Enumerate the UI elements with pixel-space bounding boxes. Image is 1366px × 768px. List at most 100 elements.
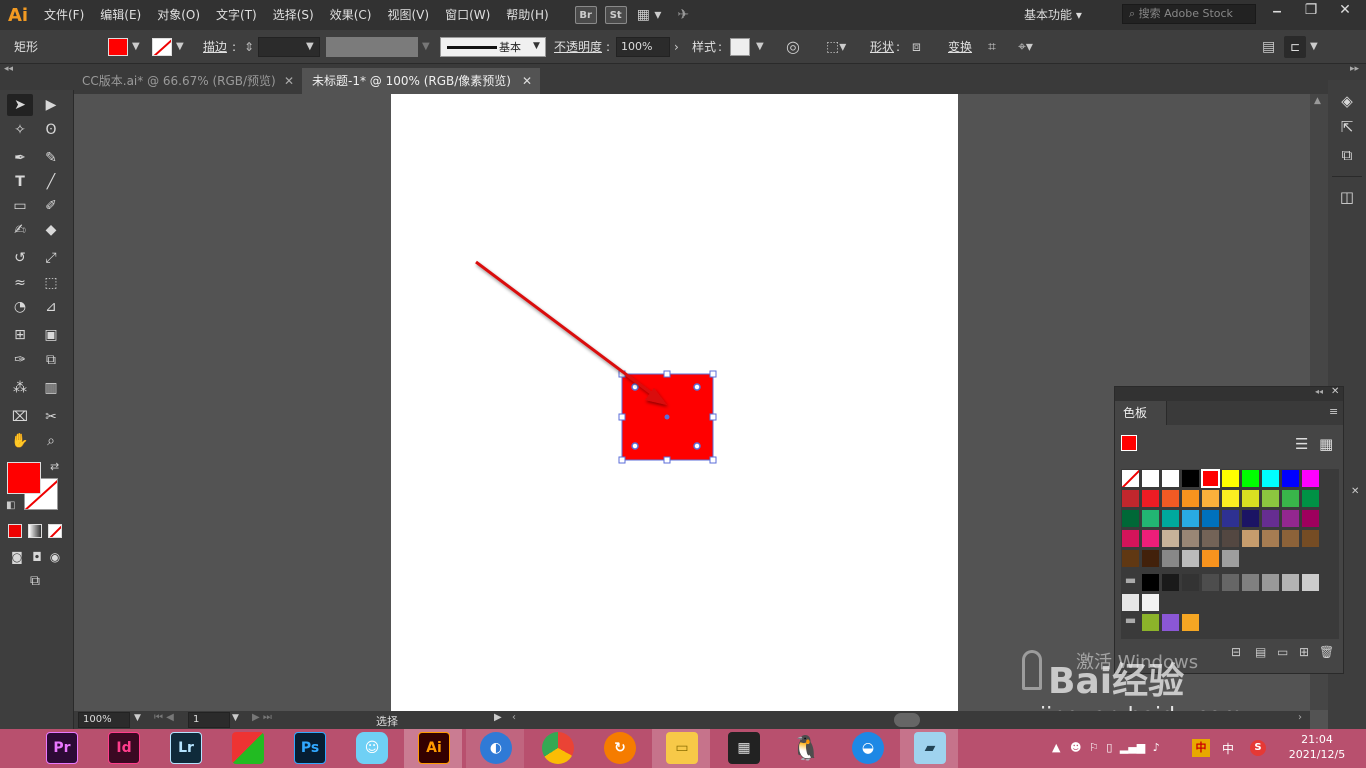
swatch[interactable] [1141, 489, 1160, 508]
swatch[interactable] [1121, 529, 1140, 548]
swatch[interactable] [1161, 469, 1180, 488]
swatch[interactable] [1241, 529, 1260, 548]
swatch[interactable] [1161, 529, 1180, 548]
menu-type[interactable]: 文字(T) [208, 0, 265, 30]
menu-object[interactable]: 对象(O) [149, 0, 208, 30]
tray-flag-icon[interactable]: ⚐ [1089, 741, 1099, 754]
zoom-dropdown-icon[interactable]: ▼ [134, 713, 141, 723]
corner-widget[interactable] [631, 383, 639, 391]
swatch[interactable] [1121, 593, 1140, 612]
swatch[interactable] [1261, 469, 1280, 488]
swatch[interactable] [1301, 489, 1320, 508]
swatch[interactable] [1181, 509, 1200, 528]
new-color-group-icon[interactable]: ⊟ [1231, 645, 1241, 659]
panel-collapse-icon[interactable]: ◂◂ [1315, 387, 1323, 396]
swatch[interactable] [1281, 573, 1300, 592]
stroke-weight-dropdown-icon[interactable]: ▼ [306, 41, 314, 52]
gpu-performance-icon[interactable]: ✈ [677, 7, 689, 23]
rotate-tool-icon[interactable]: ↺ [7, 247, 33, 269]
swatch[interactable] [1201, 573, 1220, 592]
illustrator-icon[interactable]: Ai [418, 732, 450, 764]
swatch[interactable] [1241, 509, 1260, 528]
fill-color-swatch[interactable] [108, 38, 128, 56]
menu-effect[interactable]: 效果(C) [322, 0, 380, 30]
color-guide-icon[interactable]: ◈ [1334, 90, 1360, 112]
swatch[interactable] [1261, 489, 1280, 508]
swatch[interactable] [1201, 509, 1220, 528]
layers-icon[interactable]: ◫ [1334, 186, 1360, 208]
shape-builder-tool-icon[interactable]: ◔ [7, 296, 33, 318]
swatch[interactable] [1201, 489, 1220, 508]
artboard-dropdown-icon[interactable]: ▼ [232, 713, 239, 723]
selection-tool-icon[interactable]: ➤ [7, 94, 33, 116]
notepad-icon[interactable]: ▰ [914, 732, 946, 764]
swatch[interactable] [1181, 469, 1200, 488]
lasso-tool-icon[interactable]: ʘ [38, 119, 64, 141]
fill-color-box[interactable] [7, 462, 41, 494]
swap-fill-stroke-icon[interactable]: ⇄ [50, 460, 59, 473]
scale-tool-icon[interactable]: ⤢ [38, 247, 64, 269]
panel-titlebar[interactable]: ◂◂ ✕ [1115, 386, 1343, 401]
swatch[interactable] [1141, 593, 1160, 612]
menu-select[interactable]: 选择(S) [265, 0, 322, 30]
mesh-tool-icon[interactable]: ⊞ [7, 324, 33, 346]
swatch[interactable] [1141, 529, 1160, 548]
swatch[interactable] [1141, 469, 1160, 488]
swatch[interactable] [1121, 489, 1140, 508]
update-app-icon[interactable]: ↻ [604, 732, 636, 764]
swatch[interactable] [1221, 549, 1240, 568]
swatch[interactable] [1281, 509, 1300, 528]
color-group-folder-icon[interactable]: ▬ [1121, 573, 1140, 592]
handle-se[interactable] [709, 456, 717, 464]
tray-expand-icon[interactable]: ▲ [1052, 741, 1060, 754]
panel-menu-icon[interactable]: ⊏ [1284, 36, 1306, 58]
free-transform-tool-icon[interactable]: ⬚ [38, 272, 64, 294]
none-mode-icon[interactable] [48, 524, 62, 538]
tray-battery-icon[interactable]: ▯ [1106, 741, 1112, 754]
swatch[interactable] [1241, 573, 1260, 592]
video-editor-icon[interactable]: ▦ [728, 732, 760, 764]
graphic-style-swatch[interactable] [730, 38, 750, 56]
width-tool-icon[interactable]: ≈ [7, 272, 33, 294]
swatch[interactable] [1301, 573, 1320, 592]
horizontal-scroll-thumb[interactable] [894, 713, 920, 727]
handle-s[interactable] [663, 456, 671, 464]
swatch[interactable] [1181, 529, 1200, 548]
scroll-up-icon[interactable]: ▲ [1314, 96, 1321, 106]
style-dropdown-icon[interactable]: ▼ [756, 41, 764, 52]
chrome-icon[interactable] [542, 732, 574, 764]
swatch[interactable] [1161, 613, 1180, 632]
restore-button[interactable]: ❐ [1296, 0, 1326, 22]
zoom-field[interactable]: 100% [78, 712, 130, 728]
corner-widget[interactable] [693, 383, 701, 391]
artboards-panel-icon[interactable]: ⧉ [1334, 144, 1360, 166]
shaper-tool-icon[interactable]: ✍ [7, 219, 33, 241]
stroke-label[interactable]: 描边 [203, 30, 227, 64]
paintbrush-tool-icon[interactable]: ✐ [38, 195, 64, 217]
panel-close-icon[interactable]: ✕ [1331, 386, 1339, 397]
swatch[interactable] [1221, 509, 1240, 528]
menu-window[interactable]: 窗口(W) [437, 0, 498, 30]
eyedropper-tool-icon[interactable]: ✑ [7, 349, 33, 371]
blend-tool-icon[interactable]: ⧉ [38, 349, 64, 371]
handle-n[interactable] [663, 370, 671, 378]
list-view-icon[interactable]: ☰ [1295, 435, 1308, 453]
swatch[interactable] [1261, 573, 1280, 592]
curvature-tool-icon[interactable]: ✎ [38, 147, 64, 169]
arrange-documents-icon[interactable]: ▦ ▾ [637, 7, 662, 23]
minimize-button[interactable]: ▁ [1262, 0, 1292, 20]
handle-w[interactable] [618, 413, 626, 421]
swatch[interactable] [1141, 573, 1160, 592]
new-folder-icon[interactable]: ▭ [1277, 645, 1288, 659]
swatch[interactable] [1141, 613, 1160, 632]
menu-view[interactable]: 视图(V) [379, 0, 437, 30]
artboard-number-field[interactable]: 1 [188, 712, 230, 728]
line-tool-icon[interactable]: ╱ [38, 171, 64, 193]
type-tool-icon[interactable]: T [7, 171, 33, 193]
new-swatch-icon[interactable]: ⊞ [1299, 645, 1309, 659]
handle-e[interactable] [709, 413, 717, 421]
swatch[interactable] [1281, 529, 1300, 548]
swatch[interactable] [1221, 469, 1240, 488]
color-mode-icon[interactable] [8, 524, 22, 538]
arrange-icon[interactable]: ▤ [1262, 30, 1275, 64]
